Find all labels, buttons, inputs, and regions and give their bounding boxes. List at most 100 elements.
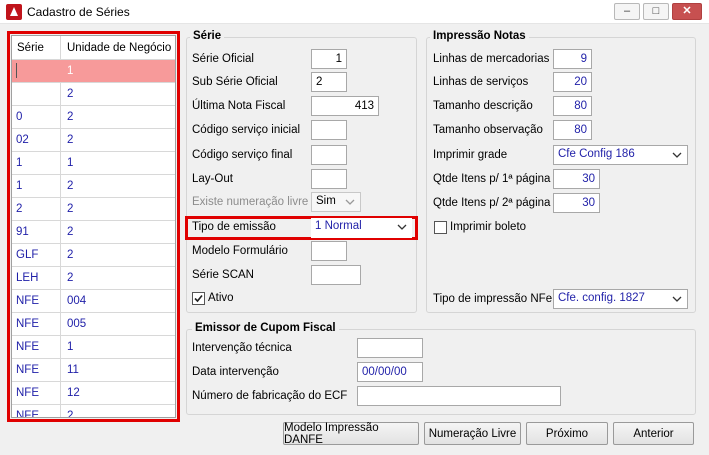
cell-serie: 0 [16, 111, 23, 123]
cell-serie: NFE [16, 318, 39, 330]
modelo-impressao-danfe-button[interactable]: Modelo Impressão DANFE [283, 422, 419, 446]
ativo-label: Ativo [208, 292, 234, 304]
existe-numeracao-livre-select[interactable]: Sim [311, 192, 361, 212]
series-list[interactable]: Série Unidade de Negócio 1 2 0 2 02 2 1 … [11, 35, 176, 418]
column-header-serie[interactable]: Série [17, 42, 44, 54]
table-row[interactable]: 2 [12, 83, 175, 106]
table-row[interactable]: 1 [12, 60, 175, 83]
table-row[interactable]: NFE 1 [12, 336, 175, 359]
qtde-itens-1-label: Qtde Itens p/ 1ª página [433, 173, 551, 185]
cupom-fiscal-group-title: Emissor de Cupom Fiscal [192, 322, 339, 334]
table-row[interactable]: 1 1 [12, 152, 175, 175]
impressao-notas-group-title: Impressão Notas [430, 30, 529, 42]
cell-unidade: 2 [67, 226, 74, 238]
close-button[interactable]: ✕ [672, 3, 702, 20]
imprimir-boleto-checkbox[interactable] [434, 221, 447, 234]
chevron-down-icon [345, 199, 355, 205]
serie-scan-input[interactable] [311, 265, 361, 285]
table-row[interactable]: 0 2 [12, 106, 175, 129]
maximize-button[interactable]: □ [643, 3, 669, 20]
ativo-checkbox[interactable] [192, 292, 205, 305]
qtde-itens-2-label: Qtde Itens p/ 2ª página [433, 197, 551, 209]
cell-serie: LEH [16, 272, 39, 284]
sub-serie-oficial-label: Sub Série Oficial [192, 76, 278, 88]
intervencao-tecnica-input[interactable] [357, 338, 423, 358]
app-icon [6, 4, 22, 20]
tamanho-observacao-input[interactable] [553, 120, 592, 140]
table-row[interactable]: NFE 005 [12, 313, 175, 336]
imprimir-grade-label: Imprimir grade [433, 149, 508, 161]
tamanho-descricao-label: Tamanho descrição [433, 100, 533, 112]
cell-unidade: 2 [67, 410, 74, 418]
tipo-emissao-value: 1 Normal [315, 220, 362, 232]
imprimir-grade-select[interactable]: Cfe Config 186 [553, 145, 688, 165]
table-row[interactable]: NFE 11 [12, 359, 175, 382]
column-header-unidade[interactable]: Unidade de Negócio [67, 42, 171, 54]
table-row[interactable]: NFE 004 [12, 290, 175, 313]
table-row[interactable]: NFE 12 [12, 382, 175, 405]
table-row[interactable]: 1 2 [12, 175, 175, 198]
existe-numeracao-livre-value: Sim [316, 195, 336, 207]
linhas-servicos-label: Linhas de serviços [433, 76, 529, 88]
tipo-impressao-nfe-value: Cfe. config. 1827 [558, 292, 645, 304]
proximo-button[interactable]: Próximo [526, 422, 608, 445]
serie-oficial-input[interactable] [311, 49, 347, 69]
cell-unidade: 004 [67, 295, 87, 307]
cell-serie: GLF [16, 249, 39, 261]
numero-fabricacao-input[interactable] [357, 386, 561, 406]
cell-serie: NFE [16, 364, 39, 376]
numeracao-livre-button[interactable]: Numeração Livre [424, 422, 521, 445]
minimize-icon: – [623, 5, 631, 17]
sub-serie-oficial-input[interactable] [311, 72, 347, 92]
cell-serie: 1 [16, 180, 23, 192]
chevron-down-icon [397, 224, 407, 230]
lay-out-input[interactable] [311, 169, 347, 189]
serie-scan-label: Série SCAN [192, 269, 254, 281]
imprimir-boleto-label: Imprimir boleto [450, 221, 527, 233]
tipo-emissao-label: Tipo de emissão [192, 221, 276, 233]
checkmark-icon [194, 294, 203, 303]
ultima-nota-fiscal-input[interactable] [311, 96, 379, 116]
linhas-mercadorias-input[interactable] [553, 49, 592, 69]
qtde-itens-2-input[interactable] [553, 193, 600, 213]
cell-serie: NFE [16, 387, 39, 399]
tipo-impressao-nfe-select[interactable]: Cfe. config. 1827 [553, 289, 688, 309]
table-row[interactable]: LEH 2 [12, 267, 175, 290]
cell-unidade: 2 [67, 203, 74, 215]
cell-serie: 91 [16, 226, 29, 238]
close-icon: ✕ [682, 5, 692, 17]
codigo-servico-final-input[interactable] [311, 145, 347, 165]
table-row[interactable]: 91 2 [12, 221, 175, 244]
cell-serie: 1 [16, 157, 23, 169]
cell-serie: NFE [16, 410, 39, 418]
modelo-formulario-label: Modelo Formulário [192, 245, 288, 257]
qtde-itens-1-input[interactable] [553, 169, 600, 189]
cell-unidade: 12 [67, 387, 80, 399]
codigo-servico-final-label: Código serviço final [192, 149, 293, 161]
list-header: Série Unidade de Negócio [12, 36, 175, 60]
linhas-mercadorias-label: Linhas de mercadorias [433, 53, 550, 65]
table-row[interactable]: NFE 2 [12, 405, 175, 418]
table-row[interactable]: GLF 2 [12, 244, 175, 267]
cell-unidade: 1 [67, 157, 74, 169]
table-row[interactable]: 02 2 [12, 129, 175, 152]
cell-serie: NFE [16, 341, 39, 353]
anterior-button[interactable]: Anterior [613, 422, 694, 445]
cell-serie: 2 [16, 203, 23, 215]
text-cursor [16, 63, 17, 78]
cell-unidade: 1 [67, 65, 74, 77]
linhas-servicos-input[interactable] [553, 72, 592, 92]
tipo-emissao-select[interactable]: 1 Normal [311, 218, 412, 238]
data-intervencao-input[interactable] [357, 362, 423, 382]
tipo-impressao-nfe-label: Tipo de impressão NFe [433, 293, 553, 305]
imprimir-grade-value: Cfe Config 186 [558, 148, 635, 160]
lay-out-label: Lay-Out [192, 173, 233, 185]
minimize-button[interactable]: – [614, 3, 640, 20]
ultima-nota-fiscal-label: Última Nota Fiscal [192, 100, 286, 112]
tamanho-descricao-input[interactable] [553, 96, 592, 116]
modelo-formulario-input[interactable] [311, 241, 347, 261]
codigo-servico-inicial-input[interactable] [311, 120, 347, 140]
table-row[interactable]: 2 2 [12, 198, 175, 221]
data-intervencao-label: Data intervenção [192, 366, 279, 378]
serie-group-title: Série [190, 30, 225, 42]
